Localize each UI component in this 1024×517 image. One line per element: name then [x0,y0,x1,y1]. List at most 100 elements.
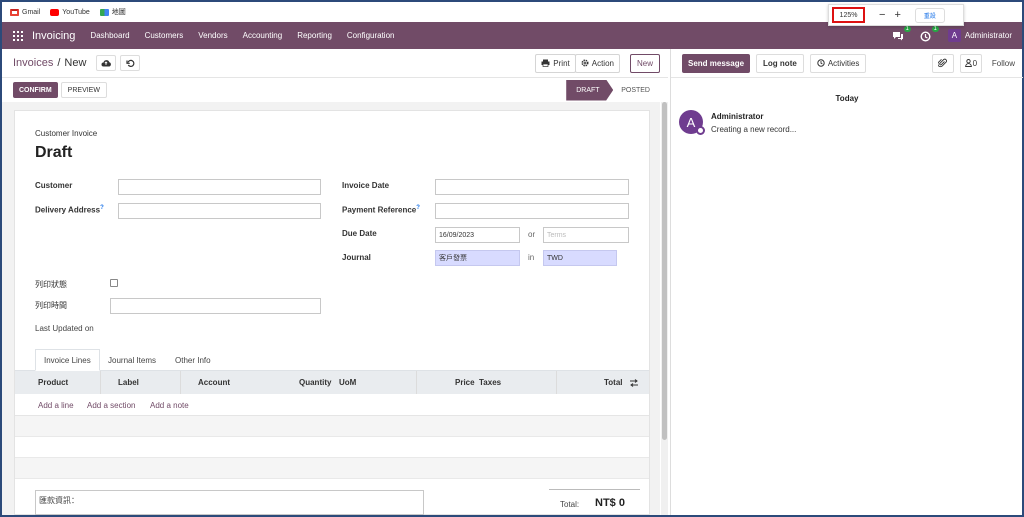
form-scrollbar[interactable] [661,102,668,515]
send-message-button[interactable]: Send message [682,53,751,73]
document-type: Customer Invoice [35,129,98,138]
message-author-avatar[interactable]: A [679,110,705,135]
bookmark-youtube[interactable]: YouTube [50,8,90,16]
breadcrumb-invoices[interactable]: Invoices [13,57,53,69]
invoice-date-input[interactable] [435,179,629,195]
undo-icon [126,59,135,67]
col-price[interactable]: Price [455,378,475,387]
preview-button[interactable]: PREVIEW [60,82,107,98]
total-summary: Total: NT$ 0 [549,489,640,515]
column-divider [100,371,101,394]
scrollbar-thumb[interactable] [662,102,667,440]
menu-customers[interactable]: Customers [145,31,184,40]
page-title: Draft [35,144,73,161]
action-button[interactable]: Action [574,53,620,73]
due-date-label: Due Date [342,229,377,238]
add-note-link[interactable]: Add a note [150,401,189,410]
column-divider [180,371,181,394]
notes-field[interactable]: 匯款資訊： [35,490,424,515]
add-line-row: Add a line Add a section Add a note [15,394,649,416]
bookmark-gmail[interactable]: Gmail [10,8,41,16]
zoom-popup: 125% − + 重設 [828,4,964,26]
bookmark-label: Gmail [22,8,41,16]
status-bar: CONFIRM PREVIEW DRAFT POSTED [2,78,668,102]
new-button[interactable]: New [629,53,660,73]
col-label[interactable]: Label [118,378,139,387]
tab-journal-items[interactable]: Journal Items [100,349,164,371]
print-icon [541,59,550,67]
in-label: in [528,253,535,262]
customer-label: Customer [35,181,73,190]
activities-button[interactable]: Activities [809,53,867,73]
save-cloud-button[interactable] [96,55,117,71]
date-separator: Today [835,94,859,103]
total-value: NT$ 0 [595,497,625,509]
col-total[interactable]: Total [604,378,623,387]
currency-select[interactable]: TWD [543,250,617,266]
menu-vendors[interactable]: Vendors [198,31,227,40]
paperclip-icon [938,58,948,68]
print-status-checkbox[interactable] [110,279,118,287]
menu-dashboard[interactable]: Dashboard [90,31,129,40]
menu-reporting[interactable]: Reporting [297,31,332,40]
menu-configuration[interactable]: Configuration [347,31,395,40]
payment-reference-input[interactable] [435,203,629,219]
breadcrumb-current: New [64,57,87,69]
tab-other-info[interactable]: Other Info [167,349,219,371]
add-line-link[interactable]: Add a line [38,401,74,410]
zoom-level: 125% [832,7,865,23]
tab-invoice-lines[interactable]: Invoice Lines [35,349,100,371]
help-tooltip-icon[interactable]: ? [100,205,104,211]
zoom-out-button[interactable]: − [879,9,885,21]
apps-menu-icon[interactable] [13,30,23,41]
follow-button[interactable]: Follow [992,59,1015,68]
activities-button[interactable]: 1 [920,25,939,42]
user-avatar: A [947,29,961,42]
gmail-icon [10,8,19,16]
author-initial: A [686,114,696,130]
optional-columns-icon[interactable] [629,379,639,387]
help-tooltip-icon[interactable]: ? [416,205,420,211]
customer-input[interactable] [118,179,321,195]
empty-row [15,437,649,458]
app-brand[interactable]: Invoicing [32,30,75,42]
clock-icon [920,30,931,42]
payment-reference-label: Payment Reference? [342,205,420,215]
add-section-link[interactable]: Add a section [87,401,135,410]
breadcrumb-separator: / [57,57,61,69]
col-quantity[interactable]: Quantity [299,378,331,387]
message-author[interactable]: Administrator [711,112,763,121]
confirm-button[interactable]: CONFIRM [13,82,58,98]
print-time-input[interactable] [110,298,321,314]
stage-draft[interactable]: DRAFT [566,79,614,101]
print-button[interactable]: Print [535,53,576,73]
activities-label: Activities [827,58,860,68]
col-taxes[interactable]: Taxes [479,378,501,387]
col-product[interactable]: Product [38,378,68,387]
bookmark-maps[interactable]: 地圖 [99,7,126,17]
log-note-button[interactable]: Log note [756,53,804,73]
col-account[interactable]: Account [198,378,230,387]
messages-button[interactable]: 1 [892,25,911,41]
total-label: Total: [560,500,580,509]
journal-select[interactable]: 客戶發票 [435,250,520,266]
user-icon [964,59,972,67]
discard-button[interactable] [120,55,141,71]
cloud-upload-icon [101,60,112,67]
attachments-button[interactable] [931,53,954,73]
stage-posted[interactable]: POSTED [613,87,650,94]
zoom-in-button[interactable]: + [894,9,900,21]
followers-button[interactable]: 0 [959,53,982,73]
activities-badge: 1 [931,25,939,32]
menu-accounting[interactable]: Accounting [243,31,283,40]
chatter-topbar: Send message Log note Activities 0 Follo… [671,49,1023,78]
due-date-input[interactable]: 16/09/2023 [435,227,520,243]
user-menu[interactable]: A Administrator [947,29,1012,42]
payment-terms-input[interactable]: Terms [543,227,629,243]
user-name: Administrator [964,31,1012,40]
action-label: Action [591,58,614,68]
col-uom[interactable]: UoM [339,378,356,387]
zoom-reset-button[interactable]: 重設 [914,7,945,23]
journal-label: Journal [342,253,371,262]
delivery-address-input[interactable] [118,203,321,219]
